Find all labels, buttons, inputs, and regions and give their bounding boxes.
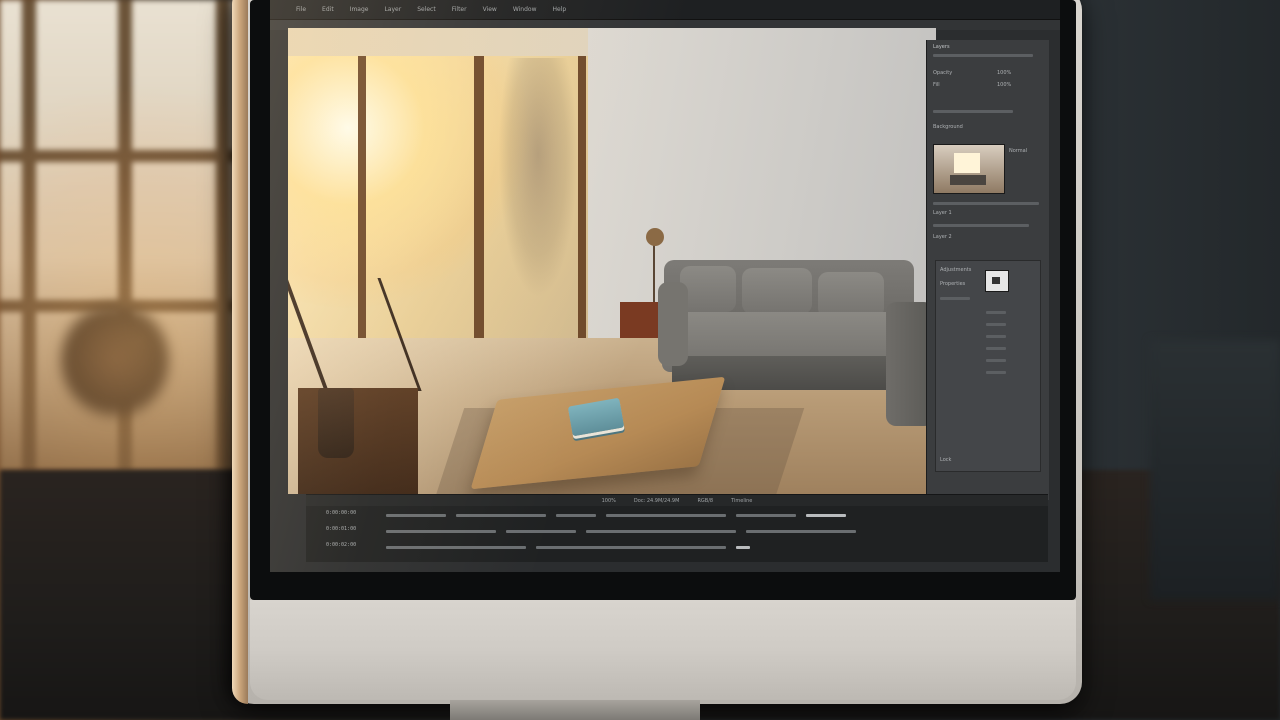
panel-divider: [933, 110, 1013, 113]
timeline-clip[interactable]: [536, 546, 726, 549]
panel-slider[interactable]: [986, 347, 1006, 350]
photo-vase: [318, 388, 354, 458]
image-canvas[interactable]: [288, 28, 936, 494]
menu-edit[interactable]: Edit: [322, 6, 334, 13]
panel-row-opacity[interactable]: Opacity: [933, 70, 952, 76]
timeline-clip[interactable]: [736, 546, 750, 549]
status-color-mode: RGB/8: [697, 498, 714, 504]
panel-value-opacity[interactable]: 100%: [997, 70, 1011, 76]
panel-divider: [933, 224, 1029, 227]
status-doc-size: Doc: 24.9M/24.9M: [633, 498, 680, 504]
monitor-edge: [232, 0, 248, 704]
panel-blend-mode[interactable]: Normal: [1009, 148, 1027, 154]
timeline-timecode: 0:00:01:00: [326, 526, 357, 532]
photo-side-table: [298, 388, 418, 494]
panel-slider[interactable]: [986, 311, 1006, 314]
window-frame: [474, 28, 484, 358]
panel-title: Layers: [933, 44, 950, 50]
window-frame: [578, 48, 586, 358]
photo-tree: [498, 58, 578, 298]
timeline-clip[interactable]: [606, 514, 726, 517]
panel-row-layer-1[interactable]: Layer 1: [933, 210, 952, 216]
photo-sofa-cushion: [742, 268, 812, 314]
timeline-clip[interactable]: [806, 514, 846, 517]
menu-filter[interactable]: Filter: [452, 6, 467, 13]
monitor-stand: [450, 700, 700, 720]
panel-divider: [933, 202, 1039, 205]
timeline-panel[interactable]: 0:00:00:00 0:00:01:00 0:00:02:00: [306, 506, 1048, 562]
status-zoom[interactable]: 100%: [602, 498, 616, 504]
timeline-clip[interactable]: [736, 514, 796, 517]
panel-divider: [940, 297, 970, 300]
panel-lock[interactable]: Lock: [940, 457, 951, 463]
panel-slider[interactable]: [986, 371, 1006, 374]
panel-row-background[interactable]: Background: [933, 124, 963, 130]
timeline-clip[interactable]: [746, 530, 856, 533]
menu-view[interactable]: View: [483, 6, 497, 13]
panel-slider[interactable]: [986, 323, 1006, 326]
photo-sofa-arm: [658, 282, 688, 366]
panel-value-fill[interactable]: 100%: [997, 82, 1011, 88]
timeline-clip[interactable]: [386, 514, 446, 517]
timeline-clip[interactable]: [456, 514, 546, 517]
status-timeline[interactable]: Timeline: [731, 498, 752, 504]
monitor-chin: [250, 600, 1076, 700]
photo-lamp: [653, 238, 655, 302]
panel-row-fill[interactable]: Fill: [933, 82, 940, 88]
editor-screen: File Edit Image Layer Select Filter View…: [270, 0, 1060, 572]
photo-side-box: [620, 302, 658, 338]
timeline-clip[interactable]: [506, 530, 576, 533]
panel-slider[interactable]: [986, 335, 1006, 338]
layers-panel: Layers Opacity 100% Fill 100% Background…: [926, 40, 1049, 500]
photo-sofa-cushion: [680, 266, 736, 312]
background-shelf: [1150, 340, 1280, 600]
timeline-timecode: 0:00:00:00: [326, 510, 357, 516]
panel-row-adjustments[interactable]: Adjustments: [940, 267, 971, 273]
photo-lamp-head: [646, 228, 664, 246]
menu-image[interactable]: Image: [350, 6, 369, 13]
menu-select[interactable]: Select: [417, 6, 436, 13]
menu-window[interactable]: Window: [513, 6, 537, 13]
small-thumbnail[interactable]: [985, 270, 1009, 292]
menu-layer[interactable]: Layer: [384, 6, 401, 13]
panel-slider[interactable]: [986, 359, 1006, 362]
panel-row-properties[interactable]: Properties: [940, 281, 965, 287]
timeline-timecode: 0:00:02:00: [326, 542, 357, 548]
panel-divider: [933, 54, 1033, 57]
menu-bar: File Edit Image Layer Select Filter View…: [270, 0, 1060, 20]
thumbnail-object: [992, 277, 1000, 284]
timeline-clip[interactable]: [586, 530, 736, 533]
thumbnail-sofa: [950, 175, 986, 185]
timeline-clip[interactable]: [386, 546, 526, 549]
layer-thumbnail[interactable]: [933, 144, 1005, 194]
timeline-clip[interactable]: [556, 514, 596, 517]
thumbnail-window: [954, 153, 980, 173]
menu-file[interactable]: File: [296, 6, 306, 13]
panel-row-layer-2[interactable]: Layer 2: [933, 234, 952, 240]
menu-help[interactable]: Help: [553, 6, 567, 13]
timeline-clip[interactable]: [386, 530, 496, 533]
